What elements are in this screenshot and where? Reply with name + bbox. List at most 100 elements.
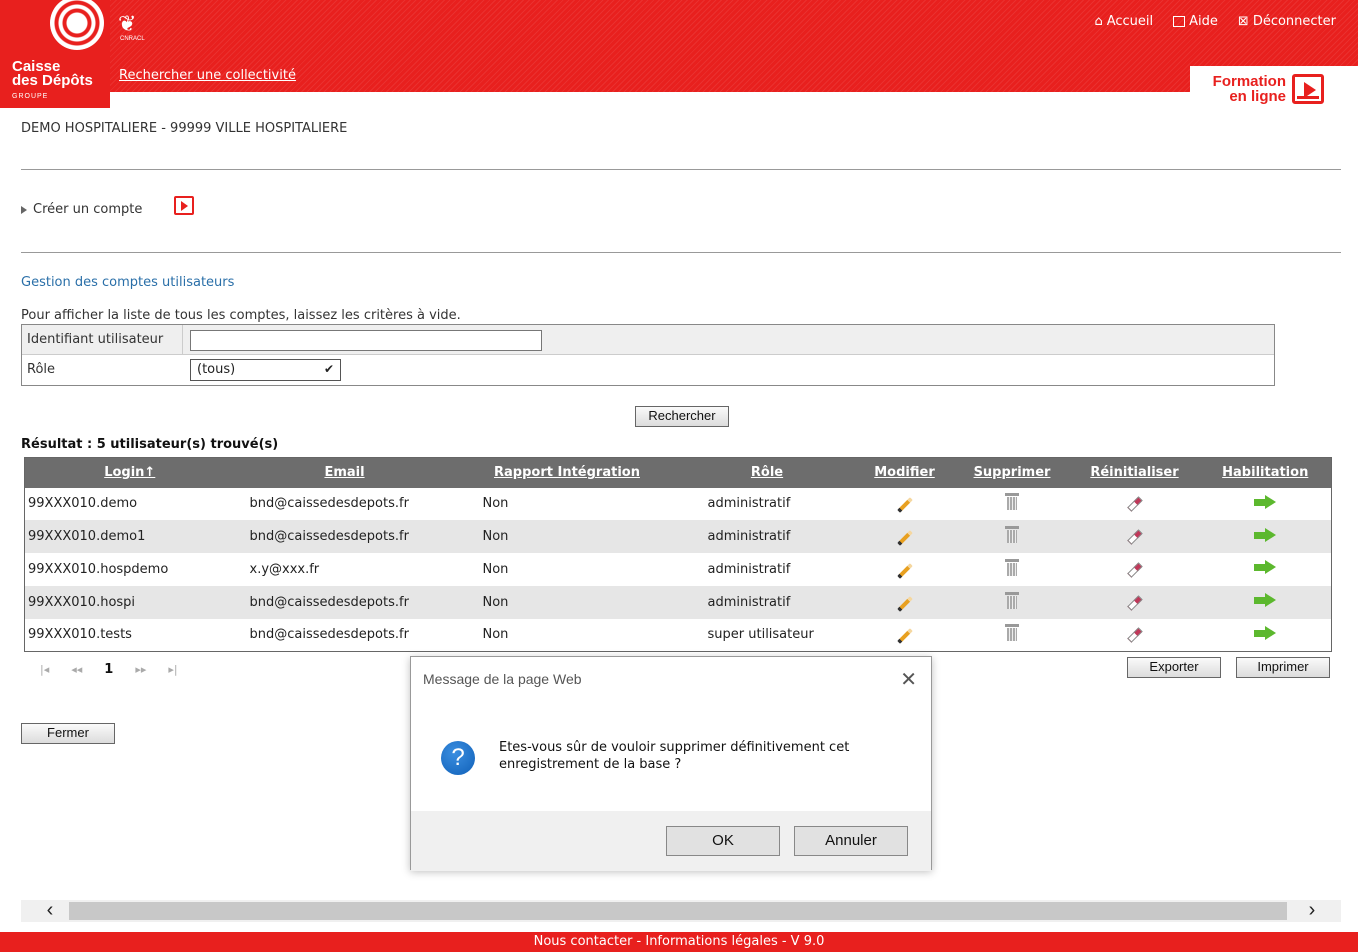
export-button[interactable]: Exporter xyxy=(1127,657,1221,678)
footer-bar[interactable]: Nous contacter - Informations légales - … xyxy=(0,932,1358,952)
pager: |◂ ◂◂ 1 ▸▸ ▸| xyxy=(40,662,178,677)
scroll-left-icon[interactable]: ‹ xyxy=(35,900,65,922)
cell-habilitation xyxy=(1199,585,1332,619)
table-row: 99XXX010.demo bnd@caissedesdepots.fr Non… xyxy=(24,487,1332,521)
home-icon: ⌂ xyxy=(1094,14,1103,29)
nav-home-label: Accueil xyxy=(1106,14,1154,29)
scroll-right-icon[interactable]: › xyxy=(1297,900,1327,922)
chevron-down-icon: ✔︎ xyxy=(323,362,334,376)
brand-line2: des Dépôts xyxy=(12,72,93,89)
criteria-separator xyxy=(182,325,183,355)
pager-next-icon[interactable]: ▸▸ xyxy=(135,663,146,676)
cell-supprimer xyxy=(954,553,1070,586)
col-supprimer[interactable]: Supprimer xyxy=(954,457,1070,488)
horizontal-scrollbar[interactable]: ‹ › xyxy=(21,900,1341,922)
cell-habilitation xyxy=(1199,520,1332,554)
eraser-icon[interactable] xyxy=(1126,562,1143,578)
cell-supprimer xyxy=(954,585,1070,619)
arrow-right-icon[interactable] xyxy=(1254,494,1277,509)
criteria-row-login: Identifiant utilisateur xyxy=(22,325,1274,355)
divider xyxy=(21,252,1341,253)
col-email[interactable]: Email xyxy=(234,457,455,488)
pencil-icon[interactable] xyxy=(896,530,913,546)
search-criteria: Identifiant utilisateur Rôle (tous) ✔︎ xyxy=(21,324,1275,386)
cell-habilitation xyxy=(1199,618,1332,652)
trash-icon[interactable] xyxy=(1005,493,1019,511)
col-reinitialiser[interactable]: Réinitialiser xyxy=(1069,457,1200,488)
users-table: Login↑ Email Rapport Intégration Rôle Mo… xyxy=(24,457,1332,652)
trash-icon[interactable] xyxy=(1005,558,1019,576)
brand-group: GROUPE xyxy=(12,93,49,100)
pager-last-icon[interactable]: ▸| xyxy=(168,663,177,676)
cell-modifier xyxy=(854,618,955,652)
nav-help-label: Aide xyxy=(1189,14,1218,29)
trash-icon[interactable] xyxy=(1005,526,1019,544)
col-role[interactable]: Rôle xyxy=(679,457,855,488)
pager-current-page[interactable]: 1 xyxy=(104,662,113,677)
cell-login: 99XXX010.tests xyxy=(24,618,235,652)
top-nav: ⌂ Accueil Aide ⊠ Déconnecter xyxy=(1094,14,1336,29)
arrow-right-icon[interactable] xyxy=(1254,625,1277,640)
dialog-message: Etes-vous sûr de vouloir supprimer défin… xyxy=(499,740,850,772)
arrow-right-icon[interactable] xyxy=(1254,593,1277,608)
divider xyxy=(21,169,1341,170)
pencil-icon[interactable] xyxy=(896,563,913,579)
cell-supprimer xyxy=(954,487,1070,521)
role-select[interactable]: (tous) ✔︎ xyxy=(190,359,341,381)
create-account-link[interactable]: Créer un compte xyxy=(21,202,142,217)
video-play-icon[interactable] xyxy=(1292,74,1324,104)
col-modifier[interactable]: Modifier xyxy=(854,457,955,488)
col-rapport[interactable]: Rapport Intégration xyxy=(454,457,680,488)
cell-rapport: Non xyxy=(454,487,680,521)
cancel-button[interactable]: Annuler xyxy=(794,826,908,856)
nav-help[interactable]: Aide xyxy=(1173,14,1218,29)
trash-icon[interactable] xyxy=(1005,591,1019,609)
video-play-small-icon[interactable] xyxy=(174,196,194,215)
eraser-icon[interactable] xyxy=(1126,529,1143,545)
cell-login: 99XXX010.demo xyxy=(24,487,235,521)
cell-modifier xyxy=(854,520,955,554)
table-header-row: Login↑ Email Rapport Intégration Rôle Mo… xyxy=(24,457,1332,488)
pencil-icon[interactable] xyxy=(896,628,913,645)
ok-button[interactable]: OK xyxy=(666,826,780,856)
arrow-right-icon[interactable] xyxy=(1254,527,1277,542)
cell-reinitialiser xyxy=(1069,585,1200,619)
eraser-icon[interactable] xyxy=(1126,595,1143,611)
role-label: Rôle xyxy=(27,362,56,377)
formation-en-ligne-link[interactable]: Formation en ligne xyxy=(1198,74,1286,104)
close-button[interactable]: Fermer xyxy=(21,723,115,744)
mail-icon xyxy=(1173,16,1186,27)
cell-email: bnd@caissedesdepots.fr xyxy=(234,520,455,554)
trash-icon[interactable] xyxy=(1005,624,1019,642)
print-button[interactable]: Imprimer xyxy=(1236,657,1330,678)
col-habilitation[interactable]: Habilitation xyxy=(1199,457,1332,488)
arrow-right-icon[interactable] xyxy=(1254,560,1277,575)
scrollbar-thumb[interactable] xyxy=(69,902,1287,920)
cell-supprimer xyxy=(954,520,1070,554)
login-input[interactable] xyxy=(190,330,542,351)
cell-login: 99XXX010.hospdemo xyxy=(24,553,235,586)
cell-role: super utilisateur xyxy=(679,618,855,652)
cell-email: x.y@xxx.fr xyxy=(234,553,455,586)
nav-home[interactable]: ⌂ Accueil xyxy=(1094,14,1153,29)
cell-habilitation xyxy=(1199,553,1332,586)
nav-logout[interactable]: ⊠ Déconnecter xyxy=(1238,14,1336,29)
close-icon[interactable]: ✕ xyxy=(900,667,917,692)
brand-logo[interactable]: Caisse des Dépôts GROUPE xyxy=(12,59,93,104)
cell-rapport: Non xyxy=(454,585,680,619)
pencil-icon[interactable] xyxy=(896,497,913,514)
cnracl-logo-icon: ❦ xyxy=(118,12,137,37)
search-collectivite-link[interactable]: Rechercher une collectivité xyxy=(119,68,296,83)
search-button[interactable]: Rechercher xyxy=(635,406,729,427)
pager-prev-icon[interactable]: ◂◂ xyxy=(71,663,82,676)
cell-reinitialiser xyxy=(1069,618,1200,652)
cell-email: bnd@caissedesdepots.fr xyxy=(234,585,455,619)
cell-login: 99XXX010.demo1 xyxy=(24,520,235,554)
eraser-icon[interactable] xyxy=(1126,496,1143,513)
col-login[interactable]: Login↑ xyxy=(24,457,235,488)
eraser-icon[interactable] xyxy=(1126,627,1143,644)
pencil-icon[interactable] xyxy=(896,596,913,612)
pager-first-icon[interactable]: |◂ xyxy=(40,663,49,676)
collectivite-label: DEMO HOSPITALIERE - 99999 VILLE HOSPITAL… xyxy=(21,121,348,136)
cell-reinitialiser xyxy=(1069,487,1200,521)
